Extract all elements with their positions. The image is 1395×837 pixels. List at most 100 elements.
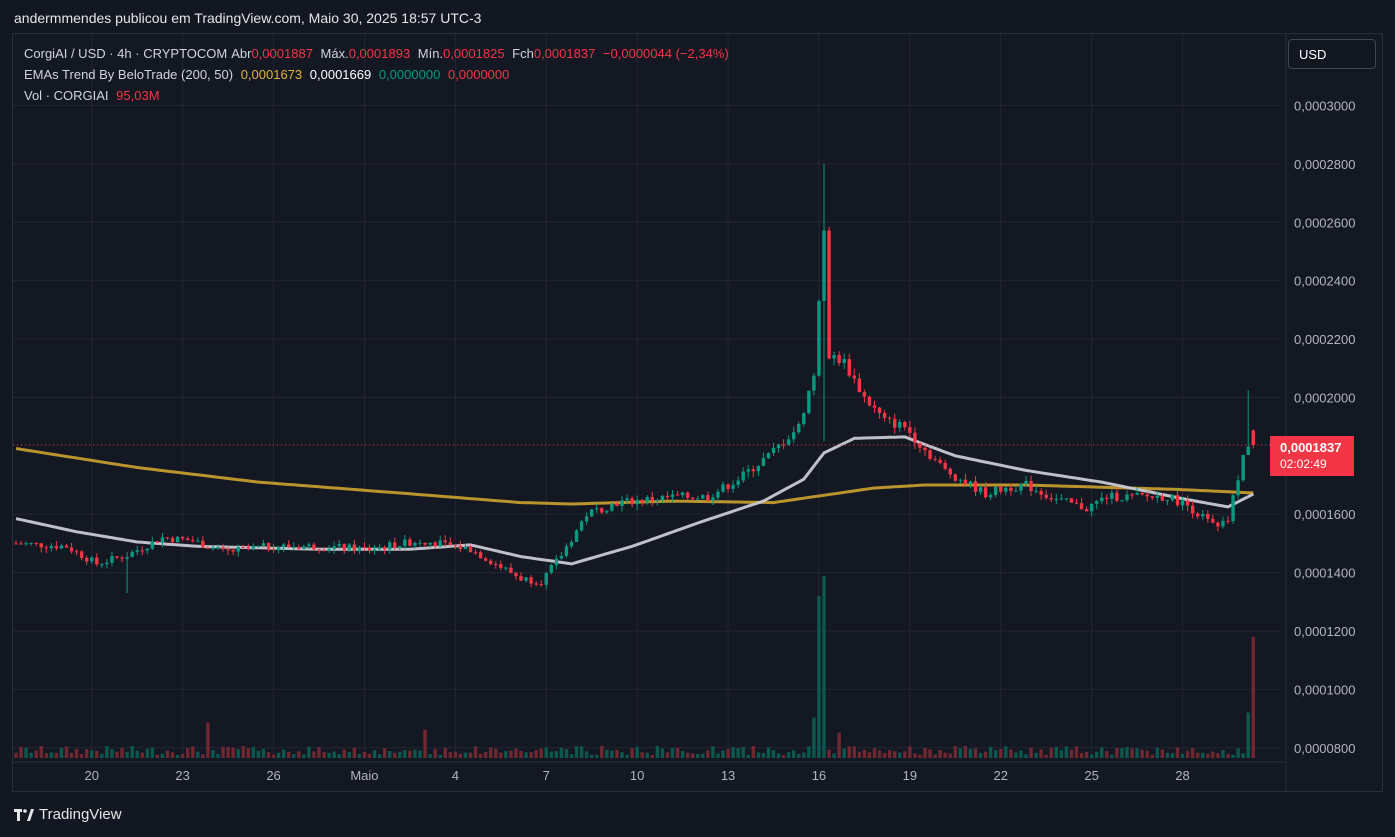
candle-body: [120, 557, 124, 559]
volume-bar: [938, 750, 942, 758]
legend-ema-line[interactable]: EMAs Trend By BeloTrade (200, 50) 0,0001…: [24, 67, 513, 82]
volume-bar: [79, 754, 84, 758]
candle-body: [877, 407, 882, 414]
candle-body: [781, 444, 786, 446]
candle-body: [1019, 484, 1023, 491]
candle-body: [170, 538, 175, 543]
volume-bar: [645, 752, 649, 758]
tradingview-logo[interactable]: TradingView: [14, 806, 122, 823]
candle-body: [544, 572, 548, 585]
volume-bar: [19, 746, 23, 758]
volume-bar: [1221, 750, 1225, 758]
volume-bar: [1196, 752, 1200, 758]
volume-bar: [125, 751, 129, 758]
volume-bar: [893, 751, 897, 758]
volume-bar: [1034, 752, 1038, 758]
volume-bar: [180, 753, 185, 758]
chart-panel[interactable]: 0,0000800 0,0001000 0,0001200 0,0001400 0,00…: [12, 33, 1383, 792]
volume-bar: [458, 753, 463, 758]
candle-body: [54, 546, 59, 549]
volume-bar: [130, 745, 134, 758]
volume-bar: [872, 748, 877, 758]
candle-body: [1044, 494, 1048, 498]
volume-bar: [382, 748, 387, 758]
candle-body: [1185, 500, 1190, 506]
y-tick-label: 0,0003000: [1294, 99, 1355, 114]
candle-body: [807, 390, 811, 414]
volume-bar: [1216, 753, 1220, 758]
volume-bar: [741, 747, 745, 758]
volume-bar: [994, 750, 998, 758]
high-label: Máx.: [320, 46, 349, 61]
open-label: Abr: [231, 46, 252, 61]
volume-bar: [792, 750, 796, 758]
currency-button[interactable]: USD: [1288, 39, 1376, 69]
volume-bar: [817, 596, 821, 758]
volume-bar: [297, 751, 301, 758]
candle-body: [494, 563, 498, 565]
volume-bar: [1130, 748, 1134, 758]
volume-bar: [201, 754, 205, 758]
candle-body: [913, 432, 917, 443]
volume-bar: [797, 753, 801, 758]
candle-body: [973, 481, 978, 492]
volume-bar: [1231, 754, 1235, 758]
volume-bar: [691, 753, 695, 758]
volume-bar: [877, 750, 882, 758]
volume-bar: [569, 754, 574, 758]
legend-symbol-line[interactable]: CorgiAI / USD · 4h · CRYPTOCOM Abr0,00018…: [24, 46, 733, 61]
symbol-name[interactable]: CorgiAI / USD · 4h · CRYPTOCOM: [24, 46, 227, 61]
volume-bar: [483, 751, 488, 758]
volume-bar: [524, 752, 528, 758]
candle-body: [1084, 509, 1089, 512]
candle-body: [514, 572, 518, 577]
tradingview-logo-icon: [14, 808, 34, 821]
volume-bar: [337, 754, 341, 758]
volume-bar: [1165, 752, 1170, 758]
price-chart[interactable]: 0,0000800 0,0001000 0,0001200 0,0001400 0,00…: [13, 34, 1382, 791]
y-axis: 0,0000800 0,0001000 0,0001200 0,0001400 0,00…: [1294, 99, 1355, 756]
volume-bar: [372, 750, 377, 758]
candle-body: [564, 546, 569, 556]
volume-bar: [327, 752, 331, 758]
volume-bar: [534, 749, 538, 758]
candle-body: [842, 359, 846, 364]
x-tick-label: 19: [903, 768, 917, 783]
candle-body: [1180, 500, 1185, 506]
y-tick-label: 0,0001600: [1294, 507, 1355, 522]
candle-body: [711, 497, 715, 501]
candle-body: [1135, 493, 1139, 495]
volume-bar: [827, 749, 831, 758]
candle-body: [1140, 493, 1144, 495]
candle-body: [29, 543, 33, 545]
candle-body: [49, 546, 54, 549]
volume-bar: [610, 750, 614, 758]
volume-bar: [281, 749, 286, 758]
candle-body: [958, 479, 963, 481]
volume-value: 95,03M: [116, 88, 160, 103]
volume-bar: [842, 748, 846, 758]
candle-body: [261, 543, 266, 546]
volume-bar: [1009, 749, 1013, 758]
candle-body: [534, 583, 538, 585]
volume-bar: [1029, 747, 1033, 758]
grid: [13, 34, 1287, 791]
legend-volume-line[interactable]: Vol · CORGIAI 95,03M: [24, 88, 164, 103]
candle-body: [696, 498, 700, 500]
candle-body: [731, 484, 735, 489]
candle-body: [256, 545, 261, 547]
candle-body: [625, 498, 629, 501]
volume-bar: [650, 754, 654, 758]
volume-bar: [342, 749, 346, 758]
candle-body: [797, 424, 801, 433]
candle-body: [559, 555, 564, 559]
volume-indicator-name[interactable]: Vol · CORGIAI: [24, 88, 109, 103]
volume-bar: [1170, 753, 1175, 758]
ema-indicator-name[interactable]: EMAs Trend By BeloTrade (200, 50): [24, 67, 233, 82]
candle-body: [1024, 480, 1028, 485]
volume-bar: [1155, 747, 1159, 758]
volume-bar: [776, 753, 781, 758]
candle-body: [685, 492, 690, 498]
candle-body: [721, 484, 725, 492]
volume-bar: [388, 750, 392, 758]
